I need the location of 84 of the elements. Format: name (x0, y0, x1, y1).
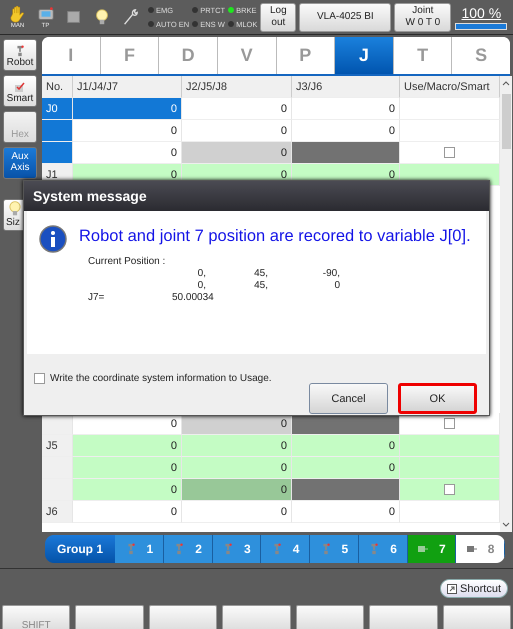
function-key[interactable] (148, 605, 218, 629)
row-number-cell[interactable]: J6 (42, 501, 73, 523)
position-value: 45, (253, 280, 268, 292)
speed-bar (455, 22, 508, 30)
checkbox[interactable] (444, 484, 455, 495)
function-key[interactable] (296, 605, 364, 629)
option-label: Write the coordinate system information to Usage. (50, 373, 272, 384)
dialog-title: System message (24, 181, 489, 211)
speed-value[interactable]: 100 % (461, 4, 502, 20)
position-value: 0 (333, 280, 340, 292)
column-header: J2/J5/J8 (182, 76, 292, 98)
mode-button[interactable]: Smart (3, 75, 37, 107)
table-cell[interactable]: 0 (73, 120, 182, 142)
table-cell[interactable]: 0 (182, 142, 292, 164)
table-cell[interactable]: 0 (73, 479, 182, 501)
position-heading: Current Position : (88, 256, 166, 268)
scroll-thumb[interactable] (502, 94, 510, 149)
table-cell[interactable]: 0 (182, 98, 292, 120)
function-key[interactable] (75, 605, 144, 629)
table-cell[interactable] (400, 98, 500, 120)
position-value: 45, (253, 268, 268, 280)
table-cell[interactable] (400, 479, 500, 501)
position-value: 0, (196, 280, 206, 292)
column-header: J1/J4/J7 (73, 76, 182, 98)
row-number-cell[interactable] (42, 120, 73, 142)
checkbox[interactable] (34, 373, 45, 384)
scroll-up-icon[interactable] (502, 80, 510, 88)
motor-icon (466, 545, 478, 553)
function-key[interactable] (222, 605, 291, 629)
table-cell[interactable] (400, 142, 500, 164)
table-cell[interactable]: 0 (73, 435, 182, 457)
shortcut-button[interactable]: Shortcut (440, 579, 508, 598)
position-value: 0, (196, 268, 206, 280)
hand-icon (8, 4, 26, 22)
table-cell[interactable]: 0 (182, 120, 292, 142)
table-cell[interactable]: 0 (292, 435, 400, 457)
table-cell[interactable]: 0 (182, 479, 292, 501)
j7-value: 50.00034 (172, 292, 215, 304)
toolbar-button[interactable]: Joint W 0 T 0 (394, 2, 452, 32)
table-cell[interactable] (400, 457, 500, 479)
scrollbar[interactable] (500, 76, 512, 532)
row-number-cell[interactable] (42, 142, 73, 164)
table-cell[interactable]: 0 (73, 98, 182, 120)
dialog-button[interactable]: Cancel (309, 383, 388, 414)
table-cell[interactable]: 0 (73, 457, 182, 479)
axis-button[interactable]: 8 (456, 535, 505, 563)
row-number-cell[interactable]: J5 (42, 435, 73, 457)
column-header: J3/J6 (292, 76, 400, 98)
function-key[interactable] (369, 605, 438, 629)
tab[interactable]: J (335, 37, 394, 74)
table-cell[interactable]: 0 (73, 142, 182, 164)
table-cell[interactable] (400, 435, 500, 457)
shortcut-icon (447, 584, 458, 594)
checkbox[interactable] (444, 147, 455, 158)
checkbox[interactable] (444, 418, 455, 429)
table-cell[interactable]: 0 (292, 98, 400, 120)
scroll-down-icon[interactable] (502, 520, 510, 528)
function-key[interactable] (442, 605, 511, 629)
motor-icon (417, 545, 430, 553)
table-cell[interactable]: 0 (292, 501, 400, 523)
table-cell[interactable]: 0 (182, 457, 292, 479)
mode-button[interactable]: Robot (3, 39, 37, 71)
pendant-icon (36, 4, 54, 22)
column-header: Use/Macro/Smart (400, 76, 500, 98)
table-cell[interactable]: 0 (73, 501, 182, 523)
position-value: -90, (322, 268, 340, 280)
toolbar-button[interactable]: VLA-4025 BI (299, 2, 392, 32)
j7-label: J7= (88, 292, 106, 304)
table-cell[interactable]: 0 (292, 120, 400, 142)
table-cell[interactable]: 0 (182, 501, 292, 523)
square-icon (64, 8, 82, 26)
column-header: No. (42, 76, 73, 98)
table-cell[interactable] (400, 120, 500, 142)
mode-button[interactable]: Aux Axis (3, 147, 37, 179)
table-cell[interactable]: 0 (182, 435, 292, 457)
row-number-cell[interactable]: J0 (42, 98, 73, 120)
dialog-button[interactable]: OK (398, 383, 477, 414)
table-cell[interactable]: 0 (292, 457, 400, 479)
group-button[interactable]: Group 1 (45, 535, 115, 563)
dialog-message: Robot and joint 7 position are recored to variable J[0]. (79, 226, 471, 246)
check-icon (14, 81, 26, 93)
info-icon (39, 225, 67, 253)
table-cell[interactable] (400, 501, 500, 523)
toolbar-button[interactable]: Log out (260, 2, 296, 32)
